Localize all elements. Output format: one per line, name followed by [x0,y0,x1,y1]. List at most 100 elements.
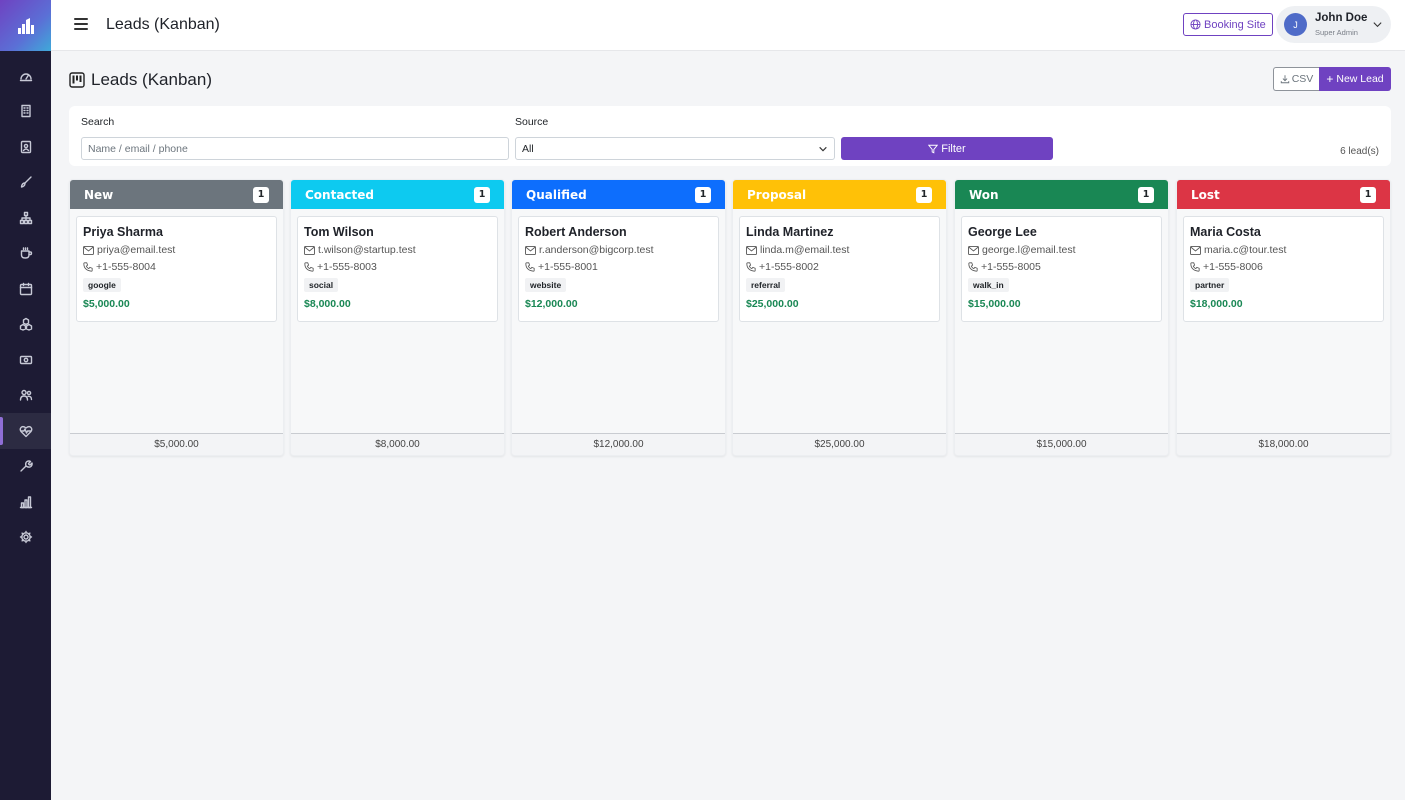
funnel-icon [928,144,939,153]
contact-card-icon [20,140,31,153]
sidebar-item-dashboard[interactable] [0,58,51,94]
lead-name: Maria Costa [1190,225,1261,239]
sidebar-item-properties[interactable] [0,94,51,130]
csv-export-button[interactable]: CSV [1273,67,1319,91]
column-title: Proposal [747,187,807,202]
column-count-badge: 1 [916,186,932,203]
lead-email: priya@email.test [97,244,176,256]
phone-icon [968,262,978,272]
kanban-icon [69,72,85,88]
sidebar-item-maintenance[interactable] [0,449,51,485]
lead-phone-row: +1-555-8005 [968,261,1155,273]
booking-site-button[interactable]: Booking Site [1183,13,1273,36]
filter-card: Search Name / email / phone Source All F… [69,106,1391,166]
lead-card[interactable]: George Lee george.l@email.test +1-555-80… [961,216,1162,322]
lead-email: r.anderson@bigcorp.test [539,244,654,256]
lead-phone: +1-555-8006 [1203,261,1263,273]
column-header: Lost 1 [1177,180,1390,209]
column-title: Contacted [305,187,375,202]
lead-card[interactable]: Robert Anderson r.anderson@bigcorp.test … [518,216,719,322]
column-body: Linda Martinez linda.m@email.test +1-555… [733,209,946,434]
column-count-badge: 1 [253,186,269,203]
user-menu[interactable]: J John Doe Super Admin [1276,6,1391,43]
brand-logo[interactable] [0,0,51,51]
sidebar-item-payments[interactable] [0,342,51,378]
column-body: Priya Sharma priya@email.test +1-555-800… [70,209,283,434]
dashboard-icon [19,73,32,81]
source-label: Source [515,116,549,128]
lead-email-row: linda.m@email.test [746,244,933,256]
column-total: $15,000.00 [955,433,1168,455]
lead-name: Tom Wilson [304,225,374,239]
download-icon [1280,75,1289,84]
chevron-down-icon [819,146,827,151]
kanban-column-proposal: Proposal 1 Linda Martinez linda.m@email.… [732,179,947,456]
brush-icon [20,176,32,188]
heart-pulse-icon [19,425,32,437]
column-count-badge: 1 [1360,186,1376,203]
column-total: $12,000.00 [512,433,725,455]
lead-phone-row: +1-555-8006 [1190,261,1377,273]
lead-card[interactable]: Priya Sharma priya@email.test +1-555-800… [76,216,277,322]
wrench-icon [19,460,33,472]
lead-value: $15,000.00 [968,298,1021,310]
sidebar-item-settings[interactable] [0,520,51,556]
avatar: J [1284,13,1307,36]
lead-phone: +1-555-8001 [538,261,598,273]
lead-phone-row: +1-555-8003 [304,261,491,273]
lead-phone: +1-555-8005 [981,261,1041,273]
lead-email: maria.c@tour.test [1204,244,1287,256]
sidebar-item-calendar[interactable] [0,271,51,307]
lead-value: $8,000.00 [304,298,351,310]
menu-toggle-button[interactable] [74,18,88,30]
column-body: Maria Costa maria.c@tour.test +1-555-800… [1177,209,1390,434]
user-name: John Doe [1315,12,1368,24]
lead-value: $5,000.00 [83,298,130,310]
lead-source-badge: partner [1190,278,1230,292]
topbar-title: Leads (Kanban) [106,16,220,33]
filter-button[interactable]: Filter [841,137,1053,160]
column-body: Tom Wilson t.wilson@startup.test +1-555-… [291,209,504,434]
sidebar-nav [0,58,51,555]
plus-icon: + [1326,72,1334,86]
sidebar-item-inventory[interactable] [0,307,51,343]
sidebar-item-staff[interactable] [0,378,51,414]
kanban-column-won: Won 1 George Lee george.l@email.test +1-… [954,179,1169,456]
sidebar-item-guests[interactable] [0,129,51,165]
new-lead-button[interactable]: + New Lead [1319,67,1391,91]
search-input[interactable]: Name / email / phone [81,137,509,160]
lead-card[interactable]: Maria Costa maria.c@tour.test +1-555-800… [1183,216,1384,322]
source-select-value: All [522,142,534,155]
calendar-icon [19,282,32,295]
sidebar-item-structure[interactable] [0,200,51,236]
sidebar-item-housekeeping[interactable] [0,165,51,201]
lead-source-badge: referral [746,278,786,292]
lead-card[interactable]: Linda Martinez linda.m@email.test +1-555… [739,216,940,322]
building-logo-icon [17,17,34,34]
lead-phone: +1-555-8002 [759,261,819,273]
globe-icon [1190,19,1201,30]
source-select[interactable]: All [515,137,835,160]
sidebar [0,0,51,800]
phone-icon [525,262,535,272]
column-header: Contacted 1 [291,180,504,209]
lead-phone: +1-555-8004 [96,261,156,273]
page-title-text: Leads (Kanban) [91,70,212,89]
column-count-badge: 1 [474,186,490,203]
phone-icon [83,262,93,272]
bar-chart-icon [19,496,32,508]
column-count-badge: 1 [695,186,711,203]
lead-email-row: r.anderson@bigcorp.test [525,244,712,256]
kanban-column-contacted: Contacted 1 Tom Wilson t.wilson@startup.… [290,179,505,456]
envelope-icon [525,245,536,255]
lead-phone-row: +1-555-8001 [525,261,712,273]
sidebar-item-crm[interactable] [0,413,51,449]
lead-card[interactable]: Tom Wilson t.wilson@startup.test +1-555-… [297,216,498,322]
envelope-icon [746,245,757,255]
sidebar-item-reports[interactable] [0,484,51,520]
kanban-column-new: New 1 Priya Sharma priya@email.test +1-5… [69,179,284,456]
chevron-down-icon [1373,22,1382,28]
sidebar-item-restaurant[interactable] [0,236,51,272]
lead-value: $25,000.00 [746,298,799,310]
csv-label: CSV [1291,73,1314,85]
